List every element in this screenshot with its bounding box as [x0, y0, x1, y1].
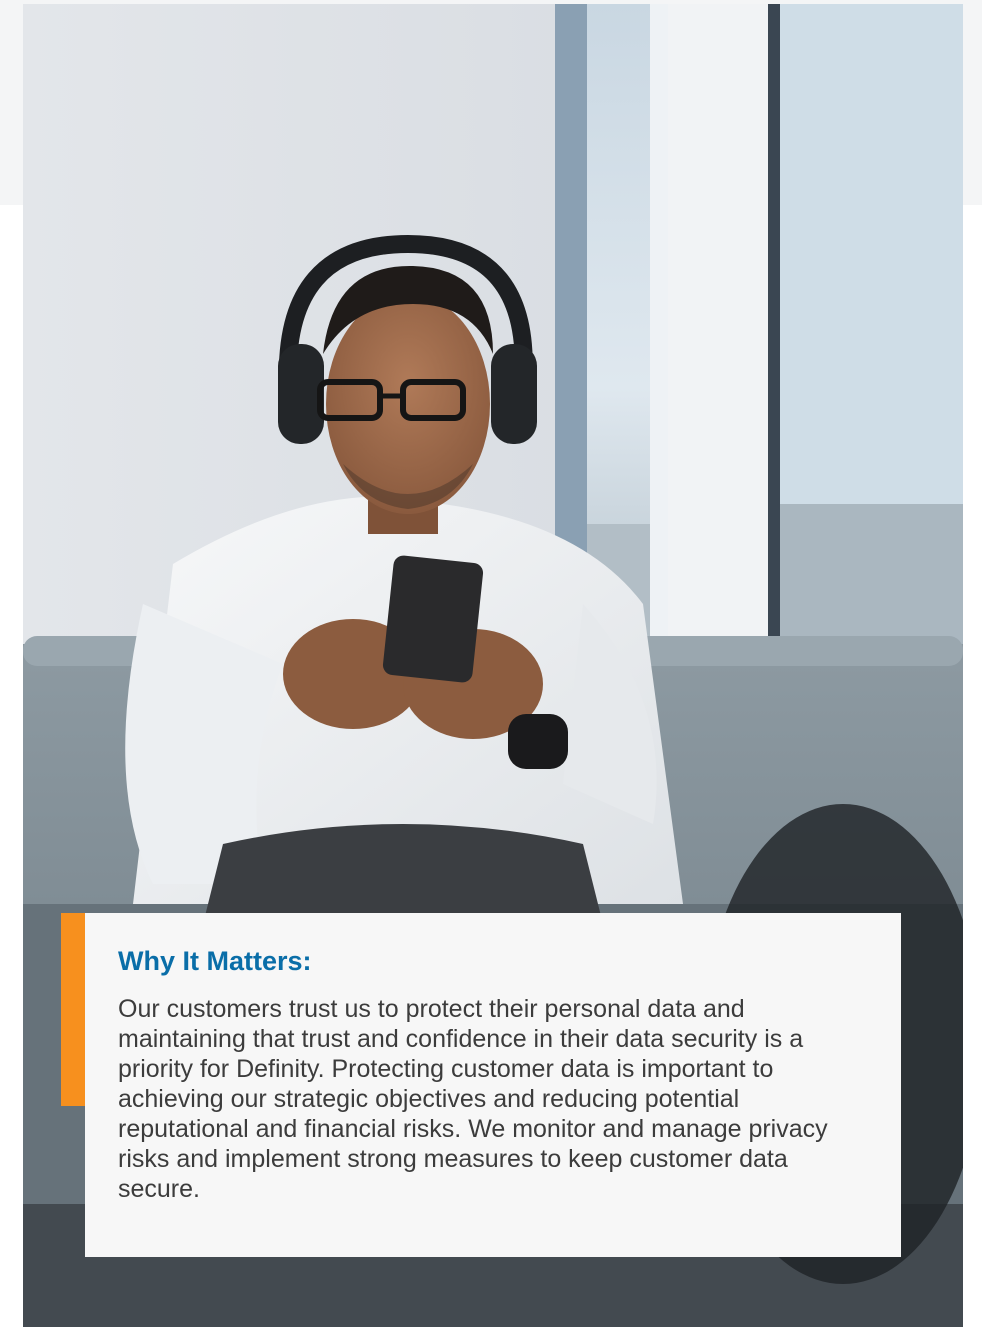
callout-heading: Why It Matters:	[118, 946, 312, 976]
callout-accent-bar	[61, 913, 85, 1106]
callout-body: Our customers trust us to protect their …	[118, 995, 828, 1203]
why-it-matters-callout: Why It Matters: Our customers trust us t…	[85, 913, 901, 1257]
